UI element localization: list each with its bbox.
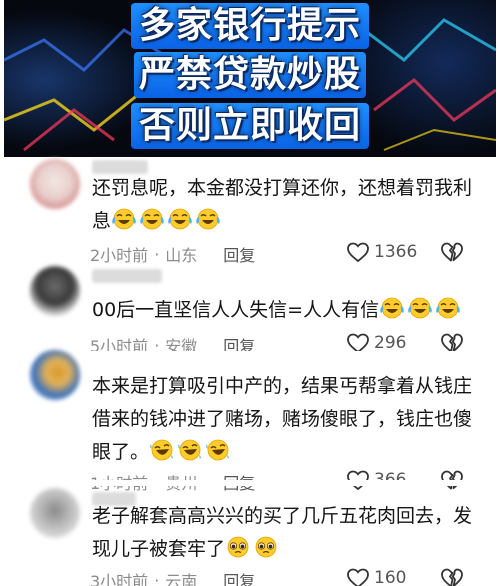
laughing-crying-emoji — [379, 297, 405, 319]
comment-meta: 2小时前 · 山东 回复 — [90, 242, 255, 266]
comment-text: 本来是打算吸引中产的，结果丐帮拿着从钱庄借来的钱冲进了赌场，赌场傻眼了，钱庄也傻… — [92, 370, 482, 469]
broken-heart-icon[interactable] — [440, 241, 464, 263]
comment-meta: 3小时前 · 云南 回复 — [90, 568, 255, 586]
headline-line-3: 否则立即收回 — [138, 105, 362, 146]
reply-button[interactable]: 回复 — [223, 568, 255, 586]
comment-text: 00后一直坚信人人失信=人人有信 — [92, 294, 482, 327]
like-button[interactable]: 160 — [346, 567, 406, 586]
headline-line-2: 严禁贷款炒股 — [138, 54, 362, 95]
video-banner[interactable]: 多家银行提示 严禁贷款炒股 否则立即收回 — [4, 0, 496, 157]
laughing-crying-emoji — [167, 208, 193, 230]
avatar[interactable] — [30, 488, 80, 538]
comment-location: 云南 — [165, 572, 198, 586]
comment-text: 老子解套高高兴兴的买了几斤五花肉回去，发现儿子被套牢了 — [92, 500, 482, 566]
rolling-laughing-emoji — [177, 439, 203, 461]
comment-text-content: 00后一直坚信人人失信=人人有信 — [92, 299, 380, 321]
rolling-laughing-emoji — [205, 439, 231, 461]
rolling-laughing-emoji — [149, 439, 175, 461]
laughing-crying-emoji — [195, 208, 221, 230]
avatar[interactable] — [30, 350, 80, 400]
comment-item[interactable]: 00后一直坚信人人失信=人人有信 5小时前 · 安徽 回复 296 — [0, 266, 500, 356]
headline-line-1: 多家银行提示 — [138, 5, 362, 46]
comment-item[interactable]: 本来是打算吸引中产的，结果丐帮拿着从钱庄借来的钱冲进了赌场，赌场傻眼了，钱庄也傻… — [0, 350, 500, 493]
laughing-crying-emoji — [435, 297, 461, 319]
avatar[interactable] — [30, 266, 80, 316]
separator-dot: · — [154, 570, 160, 586]
avatar[interactable] — [30, 159, 80, 209]
comment-time: 2小时前 — [90, 246, 149, 265]
reply-button[interactable]: 回复 — [223, 242, 255, 266]
like-count: 160 — [374, 568, 407, 586]
comment-item[interactable]: 老子解套高高兴兴的买了几斤五花肉回去，发现儿子被套牢了 3小时前 · 云南 回复… — [0, 486, 500, 586]
comment-item[interactable]: 还罚息呢，本金都没打算还你，还想着罚我利息 2小时前 · 山东 回复 1366 — [0, 157, 500, 275]
like-count: 1366 — [374, 242, 418, 262]
heart-icon — [346, 567, 370, 586]
comment-time: 3小时前 — [90, 572, 149, 586]
like-button[interactable]: 1366 — [346, 241, 417, 263]
separator-dot: · — [154, 244, 160, 264]
username-blurred[interactable] — [92, 269, 162, 283]
laughing-crying-emoji — [111, 208, 137, 230]
laughing-crying-emoji — [407, 297, 433, 319]
pleading-face-emoji — [225, 536, 251, 558]
comment-text-content: 老子解套高高兴兴的买了几斤五花肉回去，发现儿子被套牢了 — [92, 505, 473, 560]
comment-location: 山东 — [165, 246, 198, 265]
like-count: 296 — [374, 333, 407, 353]
laughing-crying-emoji — [139, 208, 165, 230]
pleading-face-emoji — [253, 536, 279, 558]
comment-text: 还罚息呢，本金都没打算还你，还想着罚我利息 — [92, 172, 482, 238]
broken-heart-icon[interactable] — [440, 567, 464, 586]
heart-icon — [346, 241, 370, 263]
